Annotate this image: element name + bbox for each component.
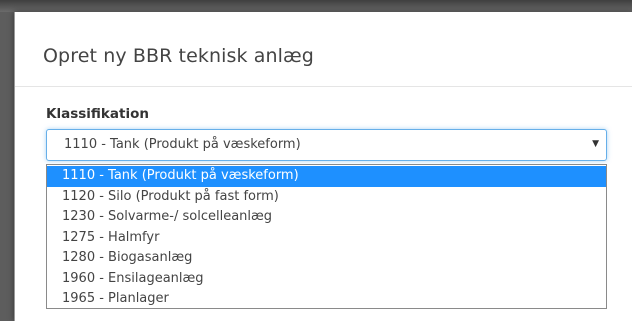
- classification-label: Klassifikation: [46, 106, 149, 122]
- dropdown-option[interactable]: 1110 - Tank (Produkt på væskeform): [47, 166, 606, 187]
- dropdown-option[interactable]: 1275 - Halmfyr: [47, 228, 606, 249]
- dropdown-option[interactable]: 1120 - Silo (Produkt på fast form): [47, 187, 606, 208]
- page-backdrop: [0, 0, 632, 12]
- create-technical-installation-dialog: Opret ny BBR teknisk anlæg Klassifikatio…: [14, 12, 632, 321]
- classification-select[interactable]: 1110 - Tank (Produkt på væskeform) ▼: [46, 129, 607, 161]
- dropdown-option[interactable]: 1230 - Solvarme-/ solcelleanlæg: [47, 207, 606, 228]
- dropdown-option[interactable]: 1280 - Biogasanlæg: [47, 248, 606, 269]
- dialog-header: Opret ny BBR teknisk anlæg: [15, 12, 632, 87]
- dialog-title: Opret ny BBR teknisk anlæg: [43, 45, 314, 67]
- classification-dropdown-list: 1110 - Tank (Produkt på væskeform) 1120 …: [46, 164, 607, 309]
- dropdown-option[interactable]: 1965 - Planlager: [47, 289, 606, 310]
- caret-down-icon: ▼: [592, 139, 599, 149]
- classification-select-value: 1110 - Tank (Produkt på væskeform): [64, 137, 301, 152]
- dropdown-option[interactable]: 1960 - Ensilageanlæg: [47, 269, 606, 290]
